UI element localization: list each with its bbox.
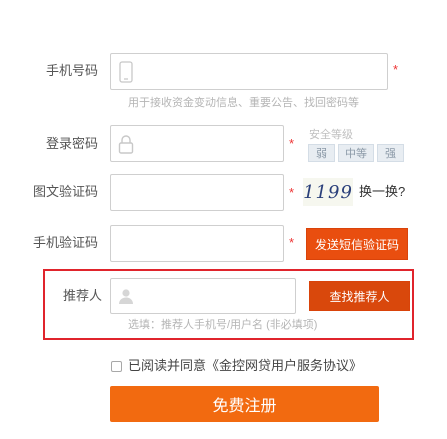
- image-captcha-input[interactable]: [110, 174, 284, 211]
- register-button[interactable]: 免费注册: [110, 386, 379, 422]
- strength-strong: 强: [377, 144, 404, 162]
- phone-hint: 用于接收资金变动信息、重要公告、找回密码等: [128, 97, 359, 109]
- referrer-hint: 选填：推荐人手机号/用户名 (非必填项): [128, 319, 318, 331]
- phone-input[interactable]: [110, 53, 388, 90]
- phone-required-mark: *: [393, 62, 399, 77]
- image-captcha-label: 图文验证码: [32, 184, 98, 199]
- captcha-image[interactable]: 1199: [303, 178, 353, 206]
- strength-title: 安全等级: [309, 129, 353, 141]
- send-sms-code-button[interactable]: 发送短信验证码: [306, 228, 408, 260]
- refresh-captcha-link[interactable]: 换一换?: [359, 184, 405, 200]
- lock-icon: [112, 127, 140, 160]
- find-referrer-button[interactable]: 查找推荐人: [309, 281, 410, 311]
- referrer-input[interactable]: [110, 278, 296, 314]
- sms-required-mark: *: [289, 235, 295, 250]
- password-input[interactable]: [110, 125, 284, 162]
- user-icon: [112, 280, 140, 312]
- agreement-text[interactable]: 已阅读并同意《金控网贷用户服务协议》: [128, 358, 362, 374]
- phone-label: 手机号码: [45, 63, 98, 78]
- sms-captcha-label: 手机验证码: [32, 235, 98, 250]
- image-captcha-required-mark: *: [289, 185, 295, 200]
- password-required-mark: *: [289, 136, 295, 151]
- referrer-label: 推荐人: [62, 288, 102, 303]
- password-label: 登录密码: [45, 136, 98, 151]
- strength-medium: 中等: [338, 144, 374, 162]
- sms-captcha-input[interactable]: [110, 225, 284, 262]
- mobile-phone-icon: [112, 55, 140, 88]
- strength-weak: 弱: [308, 144, 335, 162]
- agreement-checkbox[interactable]: [111, 361, 122, 372]
